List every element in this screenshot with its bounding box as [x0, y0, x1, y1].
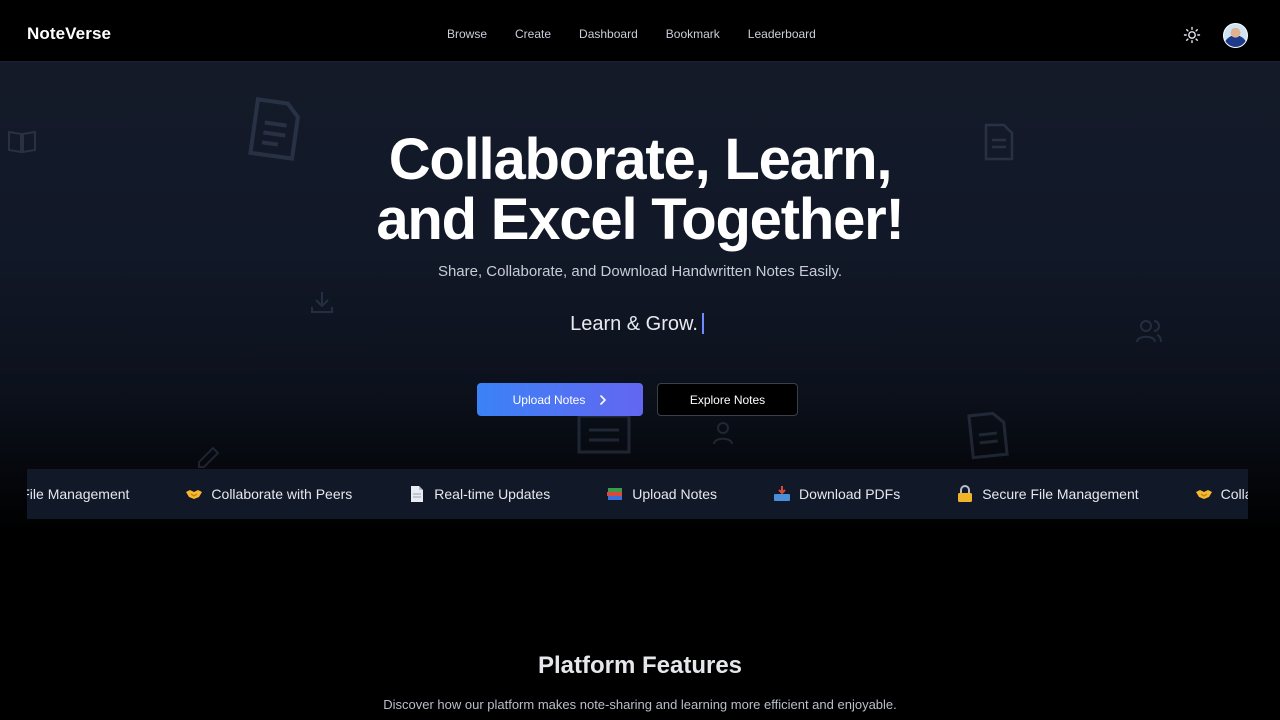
navbar: NoteVerse Browse Create Dashboard Bookma…	[0, 0, 1280, 62]
download-icon	[311, 292, 333, 313]
document-icon	[577, 414, 631, 454]
typing-text: Learn & Grow.	[0, 313, 1274, 336]
chevron-right-icon	[600, 394, 607, 405]
pencil-icon	[198, 446, 220, 468]
hero-headline-line2: and Excel Together!	[376, 187, 904, 252]
typing-text-value: Learn & Grow.	[570, 313, 698, 335]
marquee-item: Upload Notes	[606, 485, 717, 503]
brand-logo[interactable]: NoteVerse	[27, 24, 111, 44]
typing-caret	[701, 313, 704, 334]
document-icon	[967, 411, 1009, 460]
marquee-item: Real-time Updates	[408, 485, 550, 503]
explore-notes-button[interactable]: Explore Notes	[657, 383, 798, 416]
inbox-tray-icon	[774, 486, 791, 501]
nav-create[interactable]: Create	[515, 27, 551, 41]
users-icon	[713, 422, 733, 445]
marquee-track: Secure File Management Collaborate with …	[27, 469, 1248, 519]
nav-bookmark[interactable]: Bookmark	[666, 27, 720, 41]
marquee-item: Download PDFs	[773, 485, 900, 503]
marquee-item-label: Secure File Management	[27, 486, 130, 502]
lock-icon	[958, 485, 973, 502]
features-marquee: Secure File Management Collaborate with …	[27, 469, 1248, 519]
handshake-icon	[1195, 490, 1212, 499]
sun-icon	[1183, 26, 1201, 44]
marquee-item: Collaborate with Peers	[1195, 485, 1248, 503]
marquee-item-label: Download PDFs	[799, 486, 901, 502]
features-title: Platform Features	[537, 652, 743, 679]
marquee-item: Secure File Management	[27, 486, 129, 502]
marquee-item: Collaborate with Peers	[185, 485, 352, 503]
marquee-item: Secure File Management	[956, 485, 1139, 503]
nav-browse[interactable]: Browse	[447, 27, 487, 41]
user-avatar[interactable]	[1223, 23, 1248, 48]
marquee-item-label: Collaborate with Peers	[1220, 486, 1248, 502]
nav-links: Browse Create Dashboard Bookmark Leaderb…	[447, 27, 844, 41]
handshake-icon	[186, 490, 203, 499]
marquee-item-label: Collaborate with Peers	[211, 486, 353, 502]
marquee-item-label: Secure File Management	[982, 486, 1139, 502]
books-icon	[607, 488, 623, 500]
upload-notes-button[interactable]: Upload Notes	[477, 383, 643, 416]
hero-subtitle: Share, Collaborate, and Download Handwri…	[437, 263, 843, 280]
upload-notes-label: Upload Notes	[512, 392, 586, 407]
page-icon	[411, 486, 424, 502]
features-subtitle: Discover how our platform makes note-sha…	[383, 697, 897, 712]
theme-toggle-button[interactable]	[1183, 26, 1201, 44]
nav-leaderboard[interactable]: Leaderboard	[748, 27, 816, 41]
marquee-item-label: Real-time Updates	[434, 486, 551, 502]
nav-dashboard[interactable]: Dashboard	[579, 27, 638, 41]
hero-headline-line1: Collaborate, Learn,	[388, 127, 893, 192]
marquee-item-label: Upload Notes	[632, 486, 718, 502]
